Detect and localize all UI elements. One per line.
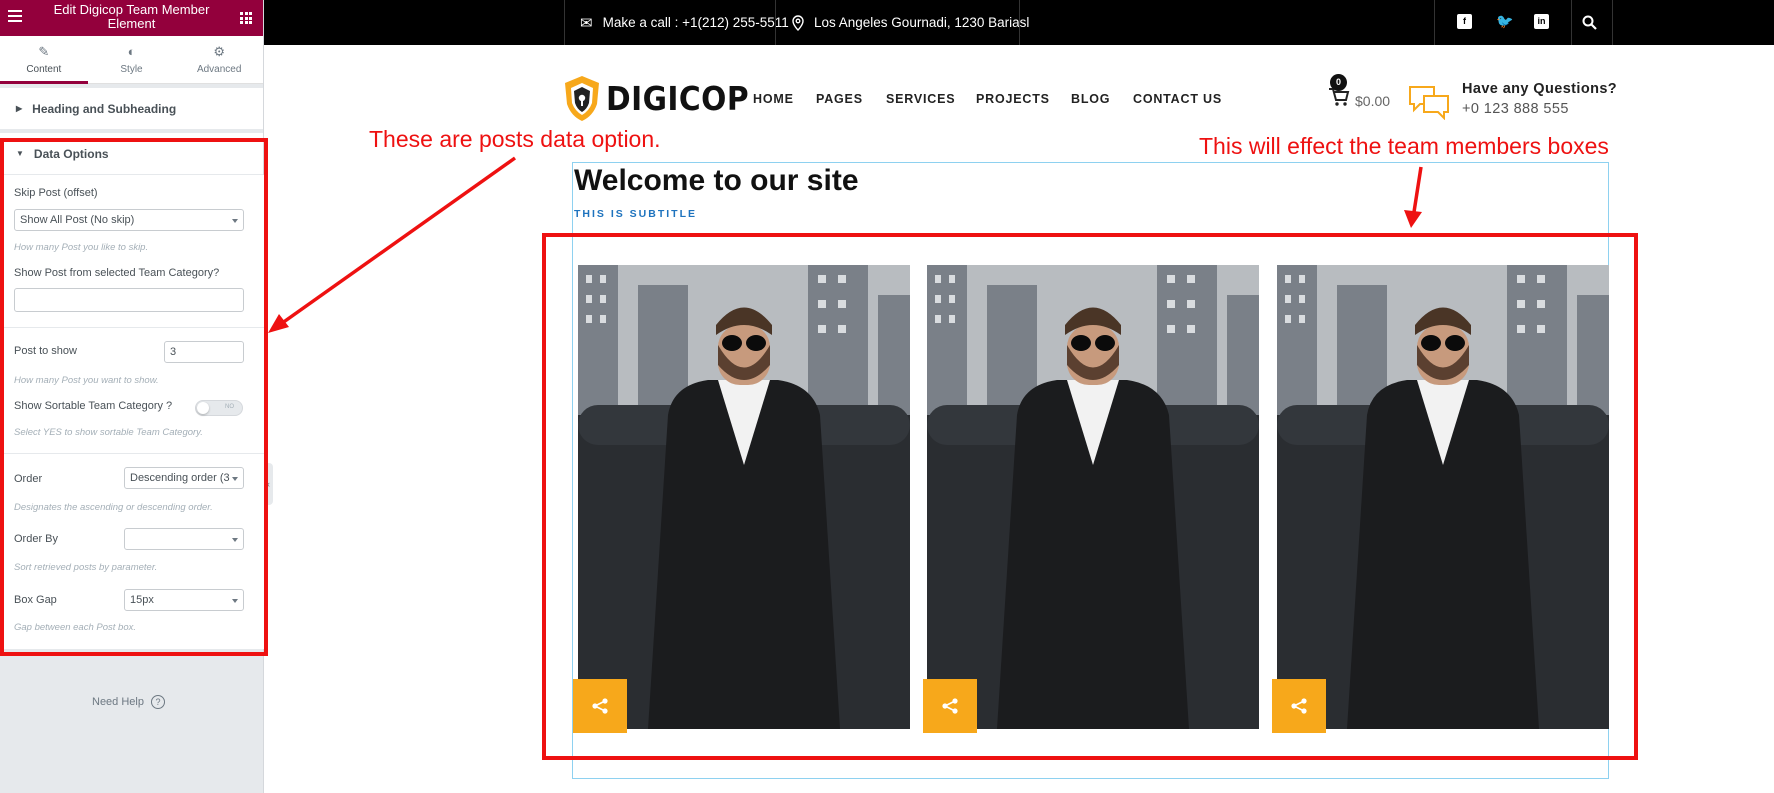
arrow-head: [268, 314, 289, 333]
annotation-arrows: [268, 156, 1423, 333]
arrow-to-cards: [1412, 166, 1423, 213]
arrow-head: [1404, 210, 1422, 228]
arrow-to-sidebar: [276, 156, 517, 328]
